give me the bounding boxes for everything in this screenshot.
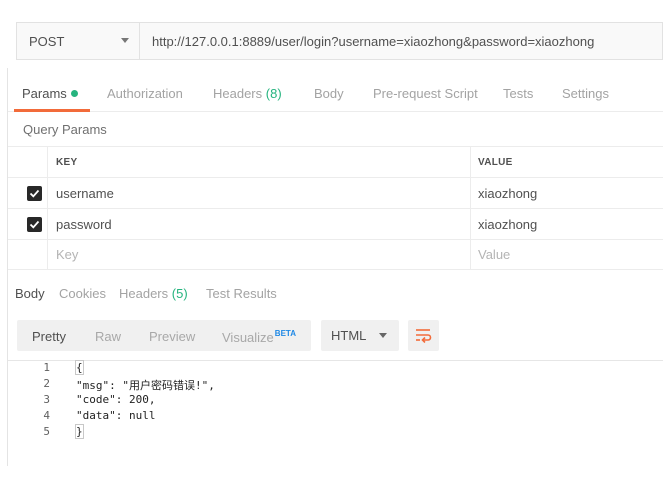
response-body[interactable]: 1 { 2 "msg": "用户密码错误!", 3 "code": 200, 4… [8, 360, 663, 460]
response-tab-headers[interactable]: Headers (5) [119, 286, 188, 301]
method-label: POST [29, 33, 65, 49]
query-params-table: KEY VALUE username xiaozhong password xi… [8, 146, 663, 270]
new-key-input[interactable]: Key [47, 240, 470, 269]
view-visualize-button[interactable]: VisualizeBETA [222, 329, 296, 345]
query-params-title: Query Params [23, 122, 107, 137]
language-select[interactable]: HTML [321, 320, 399, 351]
header-key: KEY [47, 147, 470, 177]
table-header-row: KEY VALUE [8, 146, 663, 177]
table-row: username xiaozhong [8, 177, 663, 208]
wrap-lines-icon [416, 329, 432, 343]
tab-tests[interactable]: Tests [503, 86, 533, 101]
url-input[interactable]: http://127.0.0.1:8889/user/login?usernam… [140, 22, 663, 60]
view-preview-button[interactable]: Preview [149, 329, 195, 344]
request-tabs: Params Authorization Headers (8) Body Pr… [8, 76, 663, 112]
param-key[interactable]: username [47, 178, 470, 208]
view-pretty-button[interactable]: Pretty [32, 329, 66, 344]
tab-authorization[interactable]: Authorization [107, 86, 183, 101]
response-tab-body[interactable]: Body [15, 286, 45, 301]
header-value: VALUE [470, 147, 663, 177]
response-tab-test-results[interactable]: Test Results [206, 286, 277, 301]
tab-body[interactable]: Body [314, 86, 344, 101]
table-row-new: Key Value [8, 239, 663, 270]
response-toolbar: Pretty Raw Preview VisualizeBETA HTML [8, 316, 663, 356]
view-mode-group: Pretty Raw Preview VisualizeBETA [17, 320, 311, 351]
active-tab-underline [14, 109, 90, 112]
wrap-lines-button[interactable] [408, 320, 439, 351]
view-raw-button[interactable]: Raw [95, 329, 121, 344]
tab-settings[interactable]: Settings [562, 86, 609, 101]
beta-badge: BETA [274, 329, 296, 338]
params-dot-icon [70, 90, 78, 97]
response-tabs: Body Cookies Headers (5) Test Results [8, 270, 663, 310]
param-key[interactable]: password [47, 209, 470, 239]
new-value-input[interactable]: Value [470, 240, 663, 269]
param-value[interactable]: xiaozhong [470, 209, 663, 239]
code-line: 5 } [43, 424, 84, 439]
response-tab-cookies[interactable]: Cookies [59, 286, 106, 301]
request-bar: POST http://127.0.0.1:8889/user/login?us… [8, 0, 663, 68]
checkbox-checked-icon[interactable] [27, 217, 42, 232]
checkbox-checked-icon[interactable] [27, 186, 42, 201]
method-select[interactable]: POST [16, 22, 140, 60]
url-text: http://127.0.0.1:8889/user/login?usernam… [152, 33, 595, 49]
chevron-down-icon [379, 333, 387, 338]
tab-headers[interactable]: Headers (8) [213, 86, 282, 101]
language-label: HTML [331, 328, 367, 343]
code-line: 4 "data": null [43, 409, 156, 422]
table-row: password xiaozhong [8, 208, 663, 239]
tab-params[interactable]: Params [22, 86, 78, 101]
code-line: 2 "msg": "用户密码错误!", [43, 377, 215, 392]
chevron-down-icon [121, 38, 129, 43]
tab-pre-request-script[interactable]: Pre-request Script [373, 86, 478, 101]
code-line: 3 "code": 200, [43, 393, 156, 406]
code-line: 1 { [8, 360, 663, 376]
param-value[interactable]: xiaozhong [470, 178, 663, 208]
